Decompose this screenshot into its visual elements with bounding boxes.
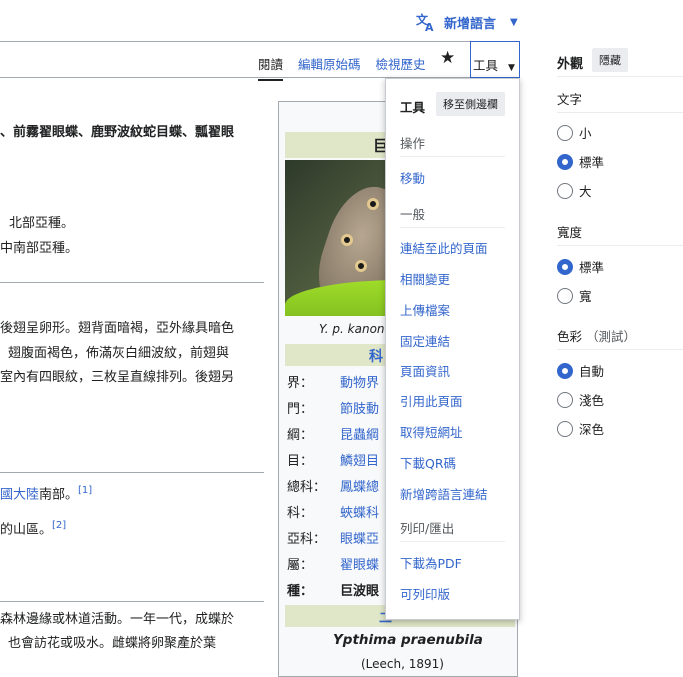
section-divider xyxy=(0,282,264,283)
width-standard-radio[interactable]: 標準 xyxy=(557,257,604,276)
article-line: 後翅呈卵形。翅背面暗褐，亞外緣具暗色 xyxy=(0,321,235,336)
tabbar-top-border xyxy=(0,41,520,42)
scientific-name: Ypthima praenubila xyxy=(333,632,483,648)
image-caption: Y. p. kanon xyxy=(319,322,385,336)
wing-eyespot xyxy=(367,198,379,210)
move-to-sidebar-button[interactable]: 移至側邊欄 xyxy=(436,92,505,116)
article-link[interactable]: 國大陸 xyxy=(0,487,39,502)
article-text: 的山區。 xyxy=(0,522,53,538)
taxon-link[interactable]: 蛺蝶科 xyxy=(340,502,379,521)
text-size-small-radio[interactable]: 小 xyxy=(557,123,592,142)
taxon-link[interactable]: 昆蟲綱 xyxy=(340,424,379,443)
menu-item-what-links-here[interactable]: 連結至此的頁面 xyxy=(400,238,488,257)
wing-eyespot xyxy=(341,234,353,246)
menu-item-add-interlanguage-link[interactable]: 新增跨語言連結 xyxy=(400,484,488,503)
width-heading: 寬度 xyxy=(557,225,583,240)
chevron-down-icon: ▼ xyxy=(510,16,518,28)
color-light-radio[interactable]: 淺色 xyxy=(557,390,604,409)
menu-item-permanent-link[interactable]: 固定連結 xyxy=(400,331,450,350)
taxon-link[interactable]: 鱗翅目 xyxy=(340,450,379,469)
menu-item-download-pdf[interactable]: 下載為PDF xyxy=(400,553,462,572)
menu-divider xyxy=(400,541,505,542)
menu-item-printable-version[interactable]: 可列印版 xyxy=(400,584,450,603)
article-line: 北部亞種。 xyxy=(9,216,75,231)
watch-star-icon[interactable]: ★ xyxy=(440,48,455,68)
taxon-link[interactable]: 動物界 xyxy=(340,372,379,391)
radio-circle-selected xyxy=(557,153,573,170)
radio-circle-selected xyxy=(557,362,573,379)
taxon-link[interactable]: 翟眼蝶 xyxy=(340,554,379,573)
panel-divider xyxy=(557,112,683,113)
tab-view-history[interactable]: 檢視歷史 xyxy=(376,54,426,81)
article-line: 森林邊緣或林道活動。一年一代，成蝶於 xyxy=(0,612,235,627)
tools-menu-title: 工具 xyxy=(400,100,426,115)
tab-edit-source[interactable]: 編輯原始碼 xyxy=(298,54,361,81)
radio-circle xyxy=(557,124,573,141)
taxon-link[interactable]: 眼蝶亞 xyxy=(340,528,379,547)
color-dark-radio[interactable]: 深色 xyxy=(557,419,604,438)
text-size-heading: 文字 xyxy=(557,92,583,107)
menu-section-heading: 一般 xyxy=(400,207,426,222)
menu-divider xyxy=(400,156,505,157)
article-line: 也會訪花或吸水。雌蝶將卵聚產於葉 xyxy=(8,636,217,651)
taxon-author: (Leech, 1891) xyxy=(361,657,444,671)
menu-item-download-qr[interactable]: 下載QR碼 xyxy=(400,453,456,472)
menu-item-upload-file[interactable]: 上傳檔案 xyxy=(400,300,450,319)
article-line: 中南部亞種。 xyxy=(0,241,79,256)
section-divider xyxy=(0,472,264,473)
article-text: 南部。 xyxy=(39,487,79,503)
article-line: 室內有四眼紋，三枚呈直線排列。後翅另 xyxy=(0,370,235,385)
radio-circle xyxy=(557,182,573,199)
wing-eyespot xyxy=(355,260,367,272)
page-tabs: 閱讀 編輯原始碼 檢視歷史 xyxy=(258,54,426,81)
menu-item-page-info[interactable]: 頁面資訊 xyxy=(400,361,450,380)
tools-dropdown-toggle[interactable]: 工具 ▼ xyxy=(470,41,520,78)
reference-link[interactable]: [2] xyxy=(52,520,66,531)
width-wide-radio[interactable]: 寬 xyxy=(557,286,592,305)
menu-item-cite-page[interactable]: 引用此頁面 xyxy=(400,391,463,410)
chevron-down-icon: ▼ xyxy=(508,63,515,73)
menu-divider xyxy=(400,227,505,228)
svg-text:A: A xyxy=(425,21,434,32)
add-language-button[interactable]: 文 A 新增語言 ▼ xyxy=(416,12,518,32)
article-line: 翅腹面褐色，佈滿灰白細波紋，前翅與 xyxy=(8,346,230,361)
panel-divider xyxy=(557,76,683,77)
menu-section-heading: 列印/匯出 xyxy=(400,521,455,536)
add-language-label: 新增語言 xyxy=(444,16,497,32)
appearance-title: 外觀 xyxy=(557,57,584,72)
menu-section-heading: 操作 xyxy=(400,136,426,151)
tools-tab-label: 工具 xyxy=(473,58,499,73)
color-heading: 色彩 （測試） xyxy=(557,329,637,344)
text-size-large-radio[interactable]: 大 xyxy=(557,181,592,200)
color-beta-note: （測試） xyxy=(586,329,637,344)
menu-item-short-url[interactable]: 取得短網址 xyxy=(400,422,463,441)
text-size-standard-radio[interactable]: 標準 xyxy=(557,152,604,171)
article-line: 、前霧翟眼蝶、鹿野波紋蛇目蝶、瓢翟眼 xyxy=(0,125,235,140)
menu-item-related-changes[interactable]: 相關變更 xyxy=(400,269,450,288)
color-auto-radio[interactable]: 自動 xyxy=(557,361,604,380)
radio-circle xyxy=(557,391,573,408)
taxon-link[interactable]: 節肢動 xyxy=(340,398,379,417)
menu-item-move[interactable]: 移動 xyxy=(400,168,425,187)
tools-menu: 工具 移至側邊欄 操作 移動 一般 連結至此的頁面 相關變更 上傳檔案 固定連結… xyxy=(385,78,520,620)
radio-circle xyxy=(557,420,573,437)
hide-appearance-button[interactable]: 隱藏 xyxy=(592,48,628,72)
tab-read[interactable]: 閱讀 xyxy=(258,54,284,81)
panel-divider xyxy=(557,349,683,350)
radio-circle xyxy=(557,287,573,304)
taxon-link[interactable]: 鳳蝶總 xyxy=(340,476,379,495)
reference-link[interactable]: [1] xyxy=(78,485,92,496)
species-name: 巨波眼 xyxy=(340,584,380,599)
section-divider xyxy=(0,601,264,602)
radio-circle-selected xyxy=(557,258,573,275)
panel-divider xyxy=(557,245,683,246)
language-icon: 文 A xyxy=(416,12,434,32)
appearance-panel: 外觀 隱藏 文字 小 標準 大 寬度 標準 寬 色彩 （測試） 自動 淺色 深色 xyxy=(540,0,683,677)
